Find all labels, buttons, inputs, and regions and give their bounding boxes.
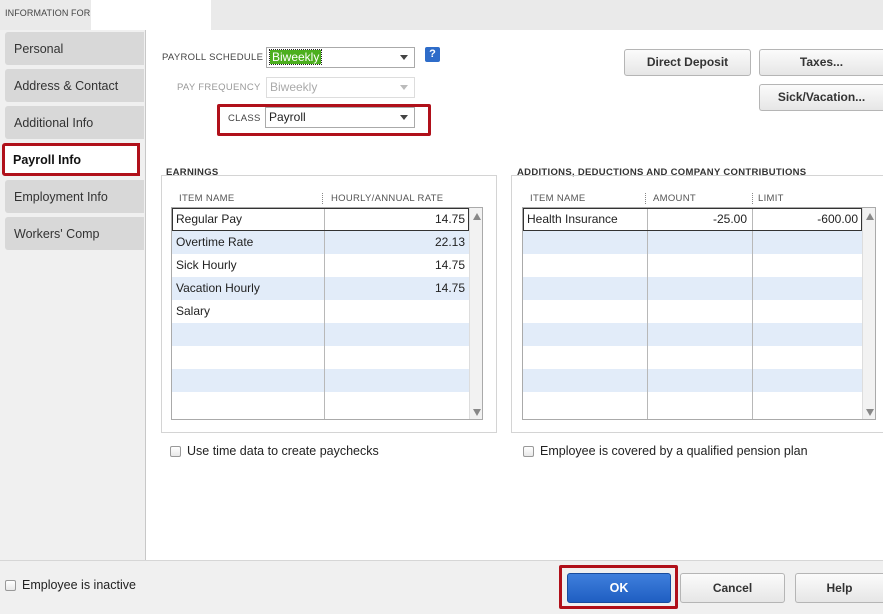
- scroll-down-icon[interactable]: [473, 409, 481, 416]
- column-separator: [645, 193, 646, 204]
- scroll-up-icon[interactable]: [866, 213, 874, 220]
- class-label: CLASS: [228, 113, 261, 124]
- earnings-grid[interactable]: Regular Pay 14.75 Overtime Rate 22.13 Si…: [171, 207, 483, 420]
- employee-inactive-checkbox[interactable]: [5, 580, 16, 591]
- additions-col-limit: LIMIT: [758, 193, 784, 204]
- table-row[interactable]: [172, 323, 482, 346]
- table-row[interactable]: [172, 369, 482, 392]
- column-divider: [752, 208, 753, 419]
- table-row[interactable]: [523, 346, 875, 369]
- additions-col-amount: AMOUNT: [653, 193, 696, 204]
- additions-col-item-name: ITEM NAME: [530, 193, 586, 204]
- table-row[interactable]: [523, 392, 875, 415]
- ok-button[interactable]: OK: [567, 573, 671, 603]
- information-for-label: INFORMATION FOR: [5, 8, 91, 18]
- table-row[interactable]: [523, 323, 875, 346]
- help-icon[interactable]: ?: [425, 47, 440, 62]
- earnings-col-item-name: ITEM NAME: [179, 193, 235, 204]
- taxes-button[interactable]: Taxes...: [759, 49, 883, 76]
- cancel-button[interactable]: Cancel: [680, 573, 785, 603]
- earnings-rate: 14.75: [434, 258, 465, 272]
- help-button[interactable]: Help: [795, 573, 883, 603]
- table-row[interactable]: [523, 277, 875, 300]
- payroll-schedule-value: Biweekly: [268, 49, 323, 65]
- earnings-rate: 22.13: [434, 235, 465, 249]
- scroll-down-icon[interactable]: [866, 409, 874, 416]
- sick-vacation-button[interactable]: Sick/Vacation...: [759, 84, 883, 111]
- column-divider: [324, 208, 325, 419]
- title-bar: INFORMATION FOR: [0, 0, 883, 30]
- tab-additional-info[interactable]: Additional Info: [5, 106, 144, 139]
- earnings-rate: 14.75: [434, 281, 465, 295]
- chevron-down-icon: [400, 115, 408, 120]
- table-row[interactable]: [172, 346, 482, 369]
- table-row[interactable]: Sick Hourly 14.75: [172, 254, 482, 277]
- selected-row-outline: [172, 208, 469, 231]
- selected-row-outline: [523, 208, 862, 231]
- chevron-down-icon: [400, 85, 408, 90]
- tab-employment-info[interactable]: Employment Info: [5, 180, 144, 213]
- chevron-down-icon: [400, 55, 408, 60]
- table-row[interactable]: [523, 369, 875, 392]
- use-time-data-label: Use time data to create paychecks: [187, 444, 379, 458]
- additions-grid[interactable]: Health Insurance -25.00 -600.00: [522, 207, 876, 420]
- table-row[interactable]: [172, 392, 482, 415]
- earnings-item: Overtime Rate: [176, 235, 254, 249]
- table-row[interactable]: Vacation Hourly 14.75: [172, 277, 482, 300]
- employee-name-field[interactable]: [91, 0, 211, 30]
- pay-frequency-label: PAY FREQUENCY: [177, 82, 261, 93]
- class-dropdown[interactable]: Payroll: [265, 107, 415, 128]
- sidebar: Personal Address & Contact Additional In…: [0, 30, 146, 560]
- table-row[interactable]: Overtime Rate 22.13: [172, 231, 482, 254]
- pension-plan-checkbox[interactable]: [523, 446, 534, 457]
- column-divider: [647, 208, 648, 419]
- earnings-item: Vacation Hourly: [176, 281, 260, 295]
- pay-frequency-dropdown[interactable]: Biweekly: [266, 77, 415, 98]
- tab-personal[interactable]: Personal: [5, 32, 144, 65]
- tab-workers-comp[interactable]: Workers' Comp: [5, 217, 144, 250]
- table-row[interactable]: [523, 300, 875, 323]
- scroll-up-icon[interactable]: [473, 213, 481, 220]
- earnings-scrollbar[interactable]: [469, 208, 482, 419]
- column-separator: [752, 193, 753, 204]
- tab-address-contact[interactable]: Address & Contact: [5, 69, 144, 102]
- earnings-item: Salary: [176, 304, 211, 318]
- earnings-col-rate: HOURLY/ANNUAL RATE: [331, 193, 444, 204]
- direct-deposit-button[interactable]: Direct Deposit: [624, 49, 751, 76]
- tab-payroll-info[interactable]: Payroll Info: [2, 143, 140, 176]
- pension-plan-label: Employee is covered by a qualified pensi…: [540, 444, 808, 458]
- table-row[interactable]: Salary: [172, 300, 482, 323]
- use-time-data-checkbox[interactable]: [170, 446, 181, 457]
- table-row[interactable]: [523, 254, 875, 277]
- table-row[interactable]: [523, 231, 875, 254]
- additions-scrollbar[interactable]: [862, 208, 875, 419]
- payroll-schedule-label: PAYROLL SCHEDULE: [162, 52, 264, 63]
- employee-inactive-label: Employee is inactive: [22, 578, 136, 592]
- pay-frequency-value: Biweekly: [270, 80, 318, 94]
- column-separator: [322, 193, 323, 204]
- class-value: Payroll: [269, 110, 306, 124]
- earnings-item: Sick Hourly: [176, 258, 237, 272]
- payroll-schedule-dropdown[interactable]: Biweekly: [266, 47, 415, 68]
